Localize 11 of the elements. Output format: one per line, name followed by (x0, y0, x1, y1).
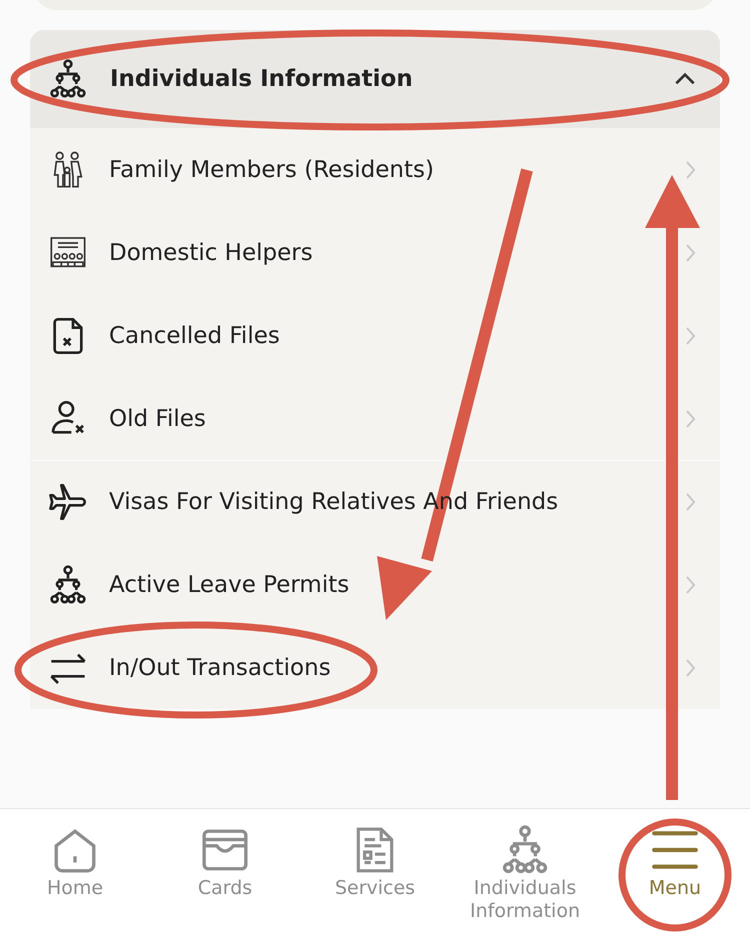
hierarchy-icon (48, 564, 88, 604)
menu-item[interactable]: In/Out Transactions (30, 626, 720, 709)
menu-item[interactable]: Old Files (30, 377, 720, 460)
menu-item[interactable]: Family Members (Residents) (30, 128, 720, 211)
hierarchy-icon (500, 825, 550, 875)
tab[interactable]: Menu (600, 815, 750, 936)
menu-item[interactable]: Domestic Helpers (30, 211, 720, 294)
hierarchy-icon (48, 59, 88, 99)
airplane-icon (48, 482, 88, 522)
menu-item[interactable]: Active Leave Permits (30, 543, 720, 626)
menu-item[interactable]: Cancelled Files (30, 294, 720, 377)
